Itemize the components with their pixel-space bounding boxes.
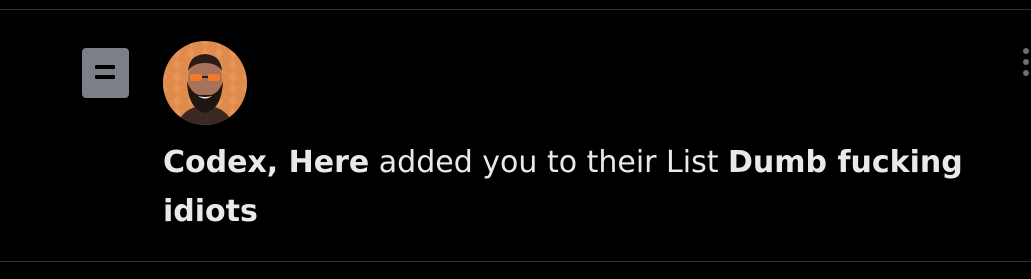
list-added-notification[interactable]: Codex, Here added you to their List Dumb… xyxy=(0,0,1031,251)
more-options-icon[interactable] xyxy=(1019,44,1031,80)
avatar-image xyxy=(163,41,247,125)
notification-text: Codex, Here added you to their List Dumb… xyxy=(163,138,983,236)
list-icon xyxy=(82,48,129,98)
action-text: added you to their List xyxy=(369,145,729,180)
avatar[interactable] xyxy=(163,41,247,125)
bottom-divider xyxy=(0,261,1031,262)
actor-name-link[interactable]: Codex, Here xyxy=(163,145,369,180)
